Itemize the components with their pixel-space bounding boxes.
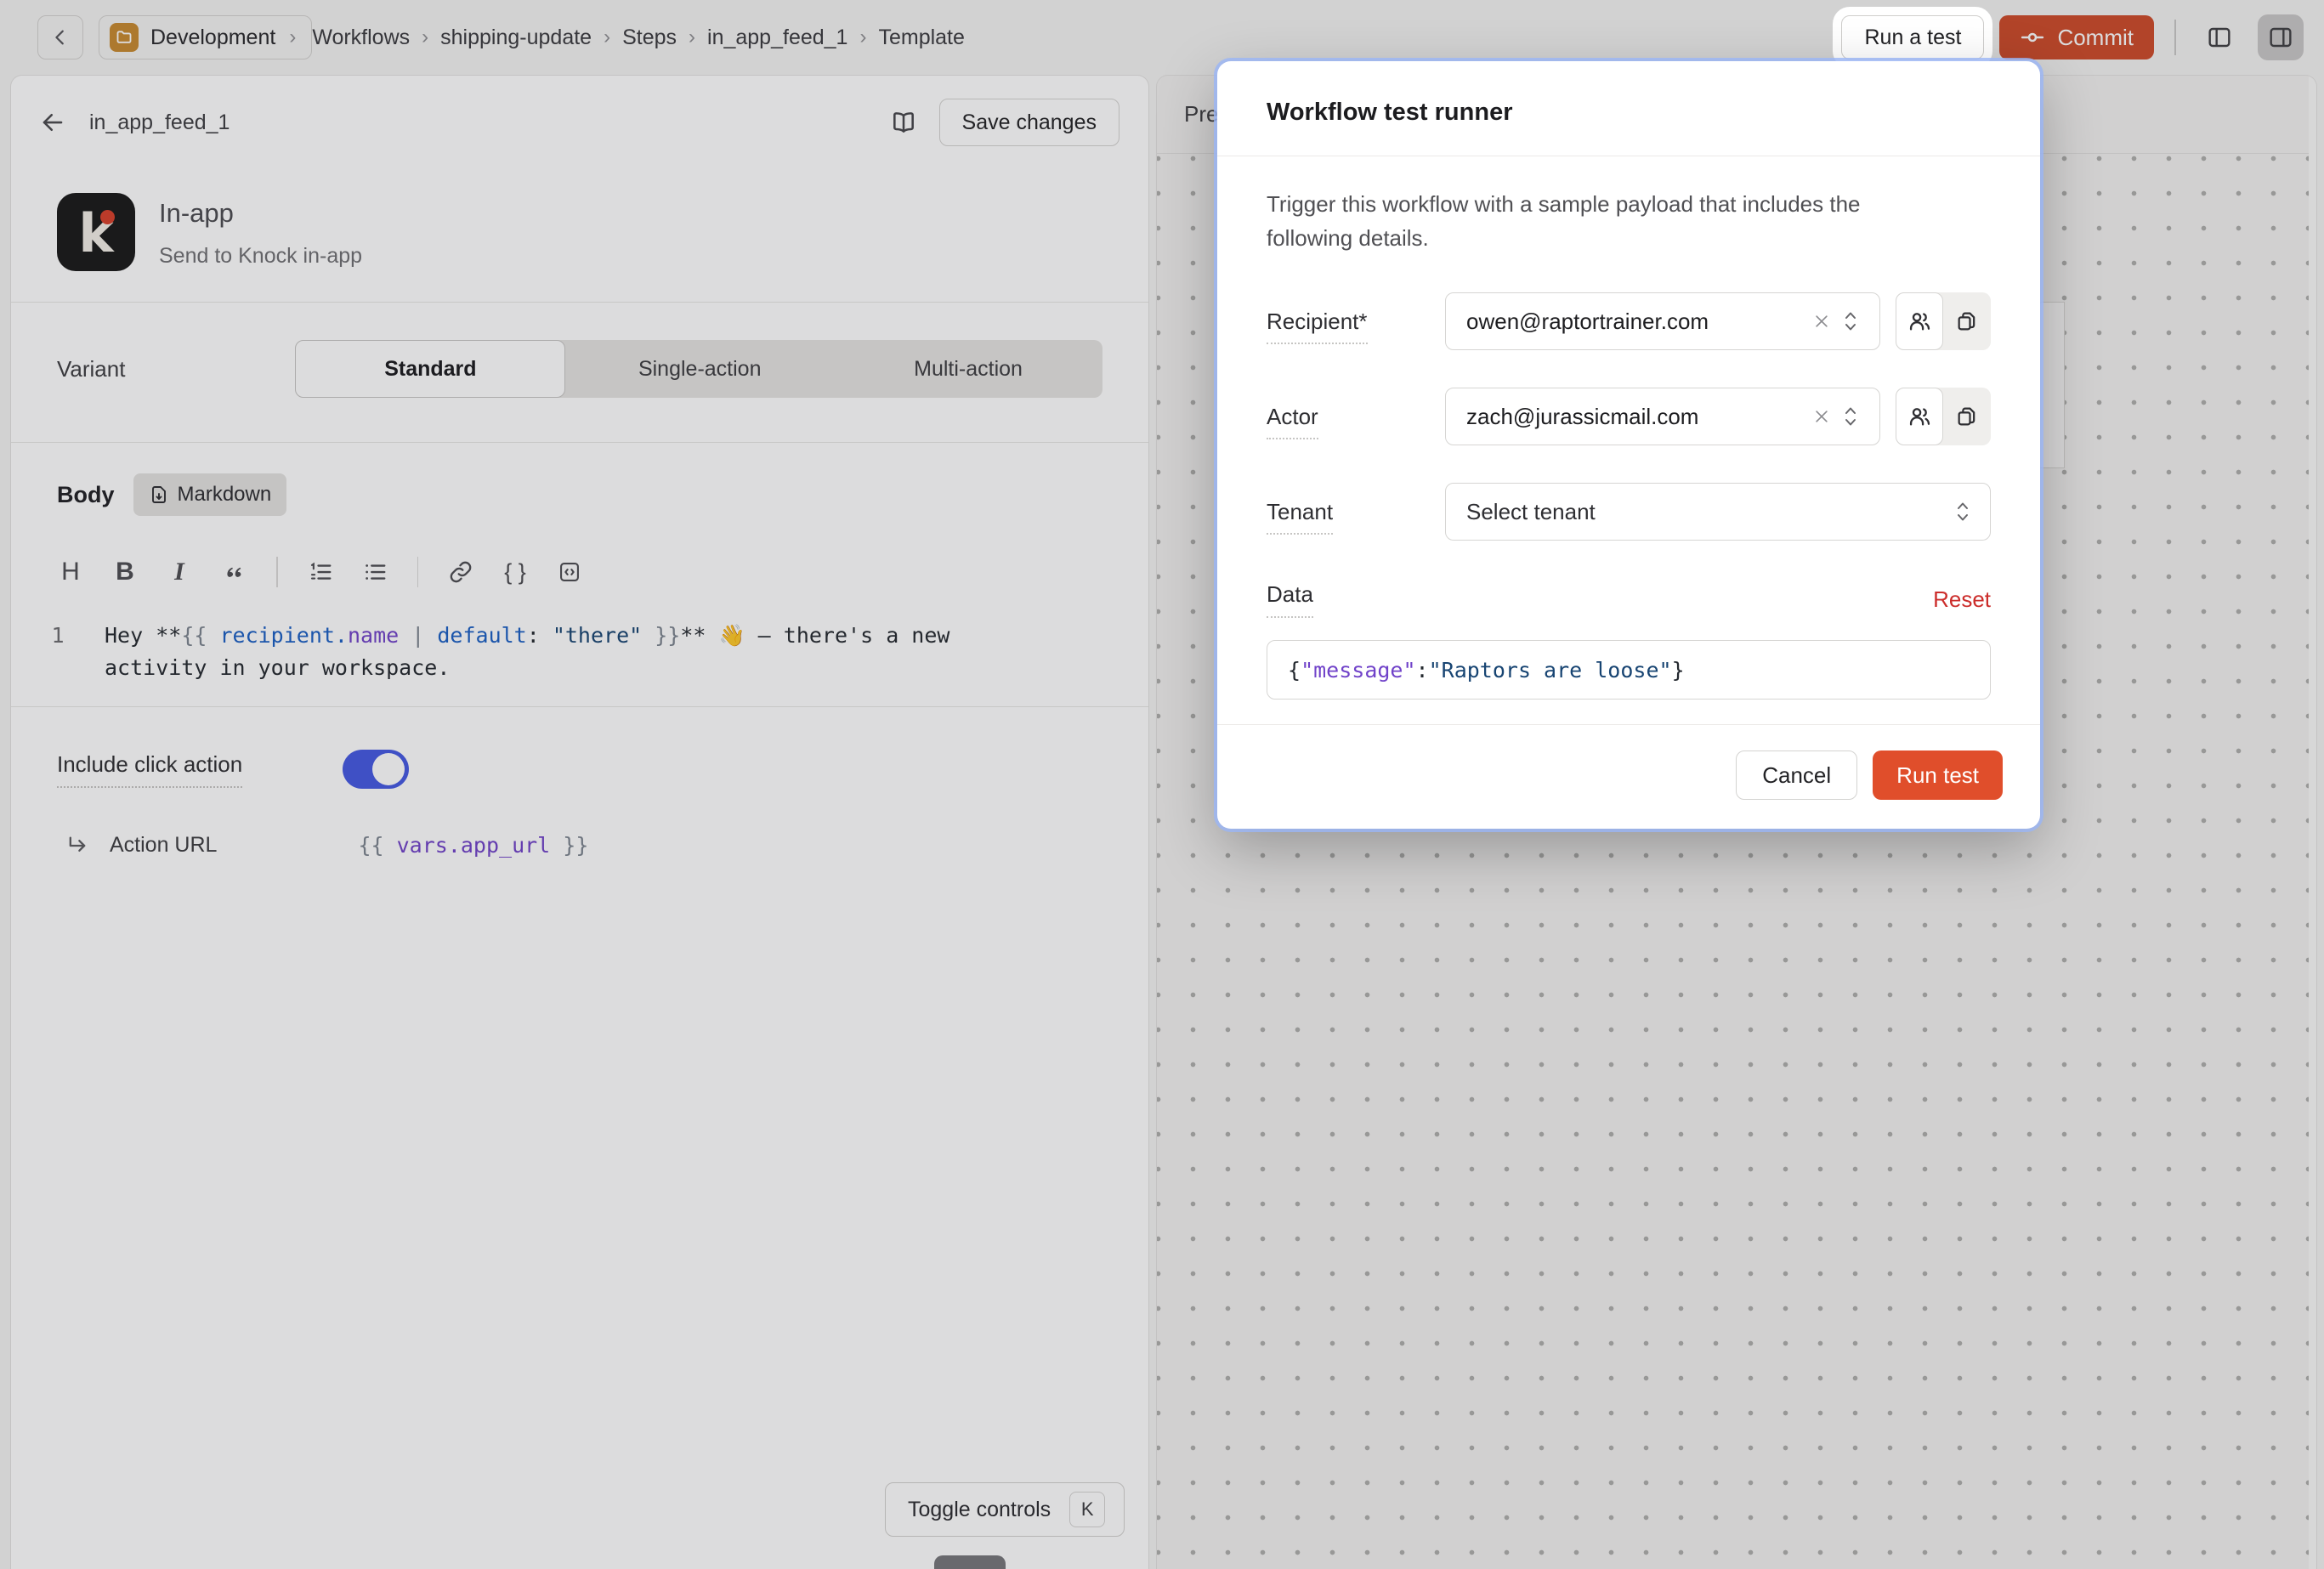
actor-row: Actor zach@jurassicmail.com	[1267, 388, 1991, 445]
data-json-input[interactable]: {"message": "Raptors are loose"}	[1267, 640, 1991, 700]
recipient-user-mode-button[interactable]	[1896, 292, 1943, 350]
x-icon	[1813, 313, 1830, 330]
recipient-clear-button[interactable]	[1805, 313, 1839, 330]
modal-description: Trigger this workflow with a sample payl…	[1267, 187, 1930, 255]
actor-combobox-chevrons[interactable]	[1839, 405, 1862, 428]
actor-label: Actor	[1267, 404, 1318, 439]
app-window: Development › Workflows›shipping-update›…	[0, 0, 2324, 1569]
data-row-header: Data Reset	[1267, 581, 1991, 618]
recipient-json-mode-button[interactable]	[1943, 292, 1991, 350]
code-token: :	[1416, 658, 1429, 683]
data-label: Data	[1267, 581, 1313, 618]
actor-mode-switch	[1896, 388, 1991, 445]
tenant-placeholder: Select tenant	[1466, 499, 1951, 525]
users-icon	[1907, 405, 1931, 428]
chevrons-up-down-icon	[1953, 500, 1973, 524]
actor-user-mode-button[interactable]	[1896, 388, 1943, 445]
recipient-combobox-chevrons[interactable]	[1839, 309, 1862, 333]
modal-title: Workflow test runner	[1267, 99, 1991, 127]
chevrons-up-down-icon	[1840, 309, 1861, 333]
x-icon	[1813, 408, 1830, 425]
modal-header: Workflow test runner	[1217, 61, 2040, 156]
tenant-label: Tenant	[1267, 499, 1333, 535]
code-token: "message"	[1301, 658, 1415, 683]
recipient-input[interactable]: owen@raptortrainer.com	[1445, 292, 1880, 350]
cancel-button[interactable]: Cancel	[1736, 751, 1857, 800]
actor-input[interactable]: zach@jurassicmail.com	[1445, 388, 1880, 445]
tenant-select-chevrons	[1951, 500, 1975, 524]
actor-json-mode-button[interactable]	[1943, 388, 1991, 445]
recipient-value: owen@raptortrainer.com	[1466, 309, 1805, 335]
workflow-test-runner-modal: Workflow test runner Trigger this workfl…	[1217, 61, 2040, 829]
actor-clear-button[interactable]	[1805, 408, 1839, 425]
modal-body: Trigger this workflow with a sample payl…	[1217, 156, 2040, 724]
data-reset-button[interactable]: Reset	[1933, 586, 1991, 613]
run-a-test-button[interactable]: Run a test	[1841, 15, 1984, 59]
recipient-label: Recipient*	[1267, 309, 1368, 344]
code-token: }	[1672, 658, 1685, 683]
tenant-row: Tenant Select tenant	[1267, 483, 1991, 541]
modal-footer: Cancel Run test	[1217, 724, 2040, 829]
recipient-row: Recipient* owen@raptortrainer.com	[1267, 292, 1991, 350]
code-token: "Raptors are loose"	[1429, 658, 1672, 683]
tenant-select[interactable]: Select tenant	[1445, 483, 1991, 541]
code-token: {	[1288, 658, 1301, 683]
actor-value: zach@jurassicmail.com	[1466, 404, 1805, 430]
copy-icon	[1955, 309, 1979, 333]
chevrons-up-down-icon	[1840, 405, 1861, 428]
users-icon	[1907, 309, 1931, 333]
recipient-mode-switch	[1896, 292, 1991, 350]
run-test-button[interactable]: Run test	[1873, 751, 2003, 800]
copy-icon	[1955, 405, 1979, 428]
